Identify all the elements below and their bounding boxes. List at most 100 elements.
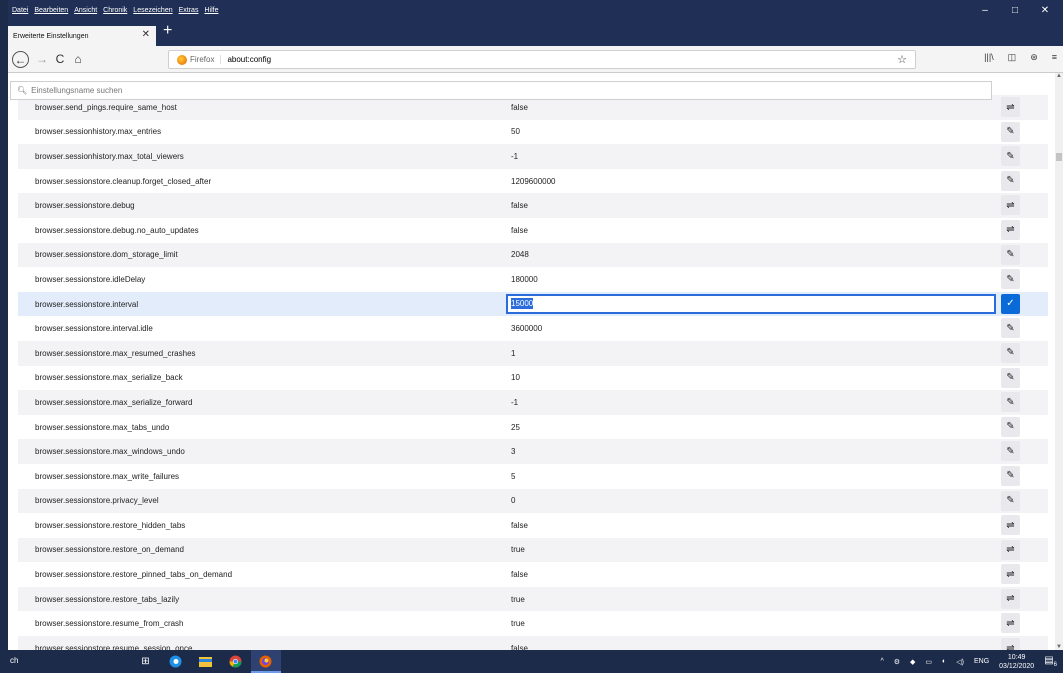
edit-button[interactable]: ✎ [1001,392,1020,413]
preference-row[interactable]: browser.sessionhistory.max_total_viewers… [18,144,1048,169]
preference-name: browser.sessionstore.max_serialize_forwa… [35,397,193,407]
menu-ansicht[interactable]: Ansicht [74,7,97,14]
preference-row[interactable]: browser.sessionstore.max_serialize_forwa… [18,390,1048,415]
preference-row[interactable]: browser.sessionstore.interval 15000 ✓ [18,291,1048,317]
edit-button[interactable]: ✎ [1001,269,1020,290]
edit-button[interactable]: ✎ [1001,244,1020,265]
toggle-button[interactable]: ⇌ [1001,564,1020,585]
preference-value: 50 [511,127,520,137]
preference-row[interactable]: browser.sessionstore.restore_hidden_tabs… [18,513,1048,538]
edit-button[interactable]: ✎ [1001,367,1020,388]
toggle-button[interactable]: ⇌ [1001,515,1020,536]
preference-row[interactable]: browser.sessionstore.max_tabs_undo 25 ✎ [18,415,1048,440]
toggle-button[interactable]: ⇌ [1001,539,1020,560]
menu-hilfe[interactable]: Hilfe [204,7,218,14]
preference-row[interactable]: browser.sessionstore.restore_tabs_lazily… [18,586,1048,612]
preference-row[interactable]: browser.sessionstore.restore_pinned_tabs… [18,562,1048,587]
preference-name: browser.sessionstore.max_tabs_undo [35,422,170,432]
chrome-icon[interactable] [228,654,243,669]
edit-button[interactable]: ✎ [1001,318,1020,339]
preference-row[interactable]: browser.sessionstore.debug.no_auto_updat… [18,218,1048,243]
preference-row[interactable]: browser.sessionstore.restore_on_demand tr… [18,537,1048,563]
account-icon[interactable]: ⊛ [1030,52,1038,63]
preference-row[interactable]: browser.sessionstore.privacy_level 0 ✎ [18,488,1048,514]
preference-row[interactable]: browser.sessionstore.resume_session_once… [18,636,1048,650]
preference-row[interactable]: browser.sessionstore.max_windows_undo 3 ✎ [18,439,1048,464]
tray-expand-icon[interactable]: ^ [880,658,883,665]
preference-name: browser.sessionstore.cleanup.forget_clos… [35,176,212,186]
toggle-button[interactable]: ⇌ [1001,219,1020,240]
preference-row[interactable]: browser.sessionstore.idleDelay 180000 ✎ [18,267,1048,292]
preference-row[interactable]: browser.sessionhistory.max_entries 50 ✎ [18,120,1048,145]
sidebar-icon[interactable]: ◫ [1008,52,1017,63]
save-button[interactable]: ✓ [1001,293,1020,314]
task-view-icon[interactable]: ⊞ [138,654,153,669]
network-icon[interactable]: ◐ [942,658,946,665]
firefox-taskbar-icon[interactable] [258,654,273,669]
tab-close-icon[interactable]: ✕ [142,29,150,40]
volume-icon[interactable]: ◁) [956,658,964,666]
url-text[interactable]: about:config [227,55,271,64]
edit-button[interactable]: ✎ [1001,490,1020,511]
edit-button[interactable]: ✎ [1001,465,1020,486]
preference-row[interactable]: browser.sessionstore.max_write_failures 5… [18,464,1048,489]
forward-button[interactable]: → [34,51,50,67]
search-input[interactable]: 🔍︎ Einstellungsname suchen [10,81,992,100]
tab-erweiterte-einstellungen[interactable]: Erweiterte Einstellungen ✕ [8,26,156,46]
file-explorer-icon[interactable] [198,654,213,669]
library-icon[interactable]: |||\ [984,52,994,63]
preference-value-input[interactable]: 15000 [506,293,996,314]
maximize-button[interactable]: □ [1000,0,1030,20]
minimize-button[interactable]: – [970,0,1000,20]
menu-extras[interactable]: Extras [179,7,199,14]
bookmark-star-icon[interactable]: ☆ [897,53,907,66]
edit-button[interactable]: ✎ [1001,416,1020,437]
tray-app-icon[interactable]: ⚙ [894,658,900,666]
back-button[interactable]: ← [12,51,29,68]
toggle-button[interactable]: ⇌ [1001,613,1020,634]
address-bar[interactable]: Firefox about:config ☆ [168,50,916,69]
menu-datei[interactable]: Datei [12,7,28,14]
preference-row[interactable]: browser.sessionstore.cleanup.forget_clos… [18,169,1048,194]
navigation-toolbar: ← → C ⌂ Firefox about:config ☆ |||\ ◫ ⊛ … [8,46,1063,73]
edge-icon[interactable] [168,654,183,669]
edit-button[interactable]: ✎ [1001,146,1020,167]
preference-row[interactable]: browser.sessionstore.debug false ⇌ [18,193,1048,218]
menu-bearbeiten[interactable]: Bearbeiten [34,7,68,14]
close-window-button[interactable]: ✕ [1030,0,1060,20]
preference-name: browser.sessionstore.restore_hidden_tabs [35,520,186,530]
tray-security-icon[interactable]: ◆ [910,658,915,666]
clock[interactable]: 10:49 03/12/2020 [999,653,1034,671]
preference-row[interactable]: browser.sessionstore.max_resumed_crashes… [18,340,1048,366]
new-tab-button[interactable]: + [163,22,172,40]
toggle-button[interactable]: ⇌ [1001,638,1020,650]
hamburger-menu-icon[interactable]: ≡ [1052,52,1057,63]
pencil-icon: ✎ [1006,347,1015,359]
menu-chronik[interactable]: Chronik [103,7,127,14]
edit-button[interactable]: ✎ [1001,170,1020,191]
toggle-icon: ⇌ [1006,544,1015,556]
preference-row[interactable]: browser.sessionstore.resume_from_crash tr… [18,611,1048,636]
menu-lesezeichen[interactable]: Lesezeichen [133,7,172,14]
toggle-button[interactable]: ⇌ [1001,588,1020,609]
preference-value: 10 [511,373,520,383]
toggle-button[interactable]: ⇌ [1001,195,1020,216]
identity-label[interactable]: Firefox [190,55,222,64]
home-button[interactable]: ⌂ [70,51,86,67]
preference-row[interactable]: browser.sessionstore.max_serialize_back 1… [18,366,1048,391]
preference-row[interactable]: browser.sessionstore.interval.idle 360000… [18,316,1048,341]
reload-button[interactable]: C [52,51,68,67]
edit-button[interactable]: ✎ [1001,441,1020,462]
toggle-button[interactable]: ⇌ [1001,97,1020,117]
language-indicator[interactable]: ENG [974,658,989,665]
scroll-up-icon[interactable]: ▲ [1055,73,1063,79]
taskbar-search-text[interactable]: ch [10,656,18,665]
vertical-scrollbar[interactable]: ▲ ▼ [1055,73,1063,650]
edit-button[interactable]: ✎ [1001,342,1020,363]
battery-icon[interactable]: ▭ [925,658,932,666]
scroll-thumb[interactable] [1056,153,1062,161]
pencil-icon: ✎ [1006,249,1015,261]
preference-row[interactable]: browser.sessionstore.dom_storage_limit 20… [18,242,1048,268]
notification-icon[interactable]: ▤6 [1044,655,1057,668]
edit-button[interactable]: ✎ [1001,121,1020,142]
